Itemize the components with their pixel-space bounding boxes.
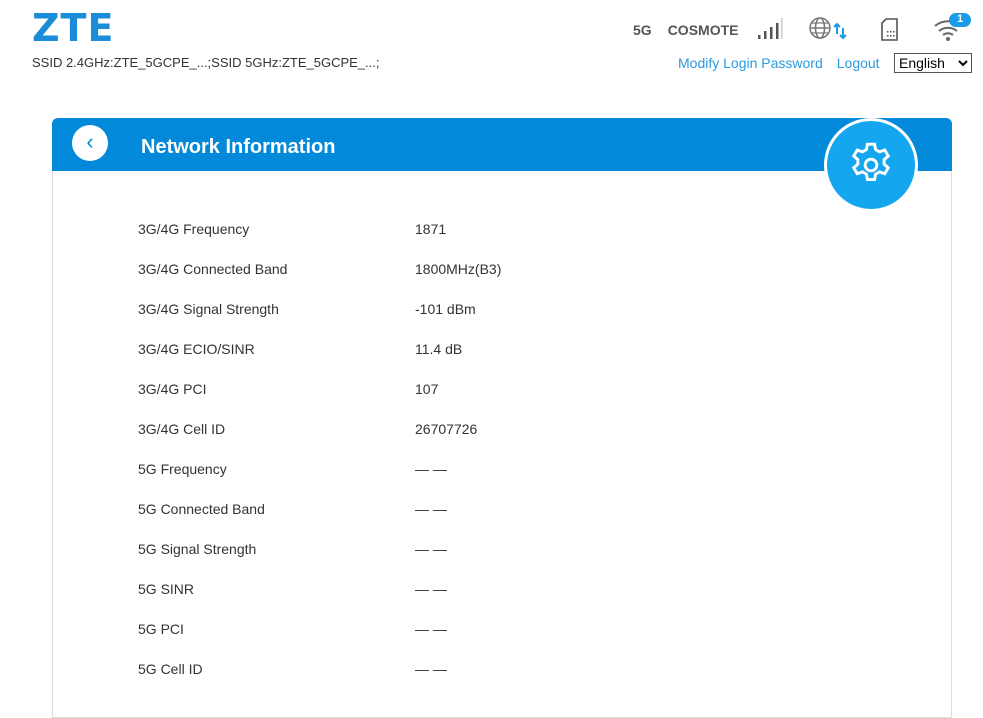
signal-strength-icon <box>758 18 783 39</box>
info-value: — — <box>415 661 447 677</box>
ssid-info: SSID 2.4GHz:ZTE_5GCPE_...;SSID 5GHz:ZTE_… <box>32 55 380 70</box>
info-label: 5G Signal Strength <box>138 541 257 557</box>
info-value: 11.4 dB <box>415 341 463 357</box>
info-value: -101 dBm <box>415 301 476 317</box>
info-row: 3G/4G Signal Strength -101 dBm <box>138 301 501 341</box>
info-label: 5G PCI <box>138 621 184 637</box>
info-label: 5G Cell ID <box>138 661 203 677</box>
internet-connected-icon <box>809 17 847 40</box>
wifi-client-count-badge: 1 <box>956 13 964 25</box>
info-label: 5G SINR <box>138 581 195 597</box>
info-value: — — <box>415 581 447 597</box>
gear-icon <box>851 142 891 182</box>
operator-name: COSMOTE <box>667 22 739 38</box>
info-label: 3G/4G ECIO/SINR <box>138 341 255 357</box>
panel-header: ‹ Network Information <box>52 118 952 212</box>
network-info-panel: ‹ Network Information 3G/4G Frequency 187… <box>52 118 952 718</box>
zte-logo: ZTE <box>32 6 115 50</box>
info-value: — — <box>415 621 447 637</box>
info-row: 5G PCI — — <box>138 621 501 661</box>
info-value: 1871 <box>415 221 447 237</box>
settings-badge <box>824 118 918 212</box>
chevron-left-icon: ‹ <box>86 129 94 154</box>
info-row: 3G/4G Cell ID 26707726 <box>138 421 501 461</box>
info-value: — — <box>415 541 447 557</box>
logout-link[interactable]: Logout <box>837 55 880 71</box>
info-row: 5G Frequency — — <box>138 461 501 501</box>
info-label: 3G/4G PCI <box>138 381 207 397</box>
info-label: 3G/4G Connected Band <box>138 261 288 277</box>
network-type: 5G <box>633 22 652 38</box>
sim-card-icon <box>881 18 898 41</box>
info-row: 3G/4G Frequency 1871 <box>138 221 501 261</box>
info-row: 5G Connected Band — — <box>138 501 501 541</box>
info-label: 3G/4G Cell ID <box>138 421 226 437</box>
info-label: 3G/4G Frequency <box>138 221 250 237</box>
info-value: 26707726 <box>415 421 478 437</box>
info-label: 5G Connected Band <box>138 501 265 517</box>
info-row: 3G/4G Connected Band 1800MHz(B3) <box>138 261 501 301</box>
page-title: Network Information <box>141 136 336 158</box>
info-value: 107 <box>415 381 439 397</box>
info-row: 5G Cell ID — — <box>138 661 501 701</box>
info-row: 3G/4G PCI 107 <box>138 381 501 421</box>
info-row: 5G SINR — — <box>138 581 501 621</box>
info-row: 5G Signal Strength — — <box>138 541 501 581</box>
info-value: — — <box>415 501 447 517</box>
info-value: — — <box>415 461 447 477</box>
info-label: 3G/4G Signal Strength <box>138 301 279 317</box>
back-button[interactable]: ‹ <box>72 125 108 161</box>
info-row: 3G/4G ECIO/SINR 11.4 dB <box>138 341 501 381</box>
info-label: 5G Frequency <box>138 461 227 477</box>
modify-login-password-link[interactable]: Modify Login Password <box>678 55 823 71</box>
status-bar: 5G COSMOTE <box>633 22 738 38</box>
language-select[interactable]: English <box>894 53 972 73</box>
info-value: 1800MHz(B3) <box>415 261 502 277</box>
